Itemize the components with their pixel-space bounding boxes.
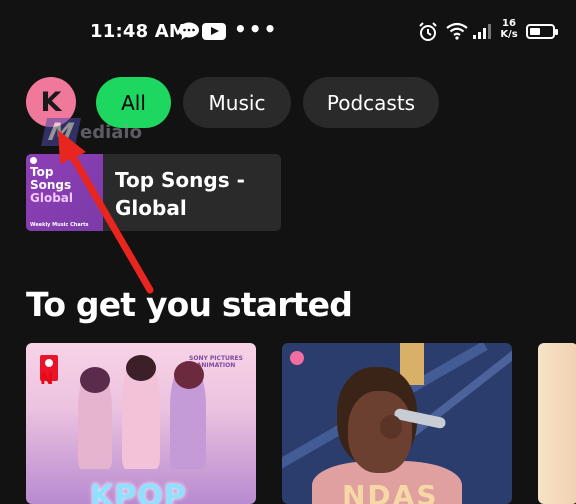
recommendation-tile-partial[interactable] [538,343,576,504]
artwork-hair [126,355,156,381]
status-time: 11:48 AM [90,21,188,42]
artwork-hair [174,361,204,389]
spotify-badge-icon [290,351,304,365]
watermark-logo: M ediaio [41,118,142,146]
artwork-hair [80,367,110,393]
artwork-face [348,391,412,473]
cover-text: Top Songs Global [30,165,74,205]
cover-footer: Weekly Music Charts [30,222,89,228]
tile-caption: KPOP [90,479,187,504]
signal-icon [473,24,491,39]
netflix-logo-icon: N [40,369,54,388]
youtube-icon [202,23,226,40]
status-bar: 11:48 AM ••• 16 K/s [0,0,576,62]
tile-caption: NDAS [342,479,439,504]
playlist-cover: Top Songs Global Weekly Music Charts [26,154,103,231]
filter-chip-music[interactable]: Music [183,77,291,128]
battery-icon [526,24,558,39]
network-speed: 16 K/s [500,18,518,40]
artwork-hand [380,415,402,439]
recommendation-tile-singer[interactable]: NDAS [282,343,512,504]
shortcut-card-top-songs-global[interactable]: Top Songs Global Weekly Music Charts Top… [26,154,281,231]
section-title: To get you started [26,285,353,324]
wifi-icon [446,22,468,40]
filter-chip-podcasts[interactable]: Podcasts [303,77,439,128]
recommendation-tile-kpop[interactable]: N SONY PICTURES ANIMATION KPOP [26,343,256,504]
chat-bubble-icon [179,22,199,40]
shortcut-card-title: Top Songs - Global [115,168,245,220]
alarm-icon [419,22,437,41]
more-notifications-icon: ••• [234,17,279,41]
spotify-logo-icon [30,157,37,164]
